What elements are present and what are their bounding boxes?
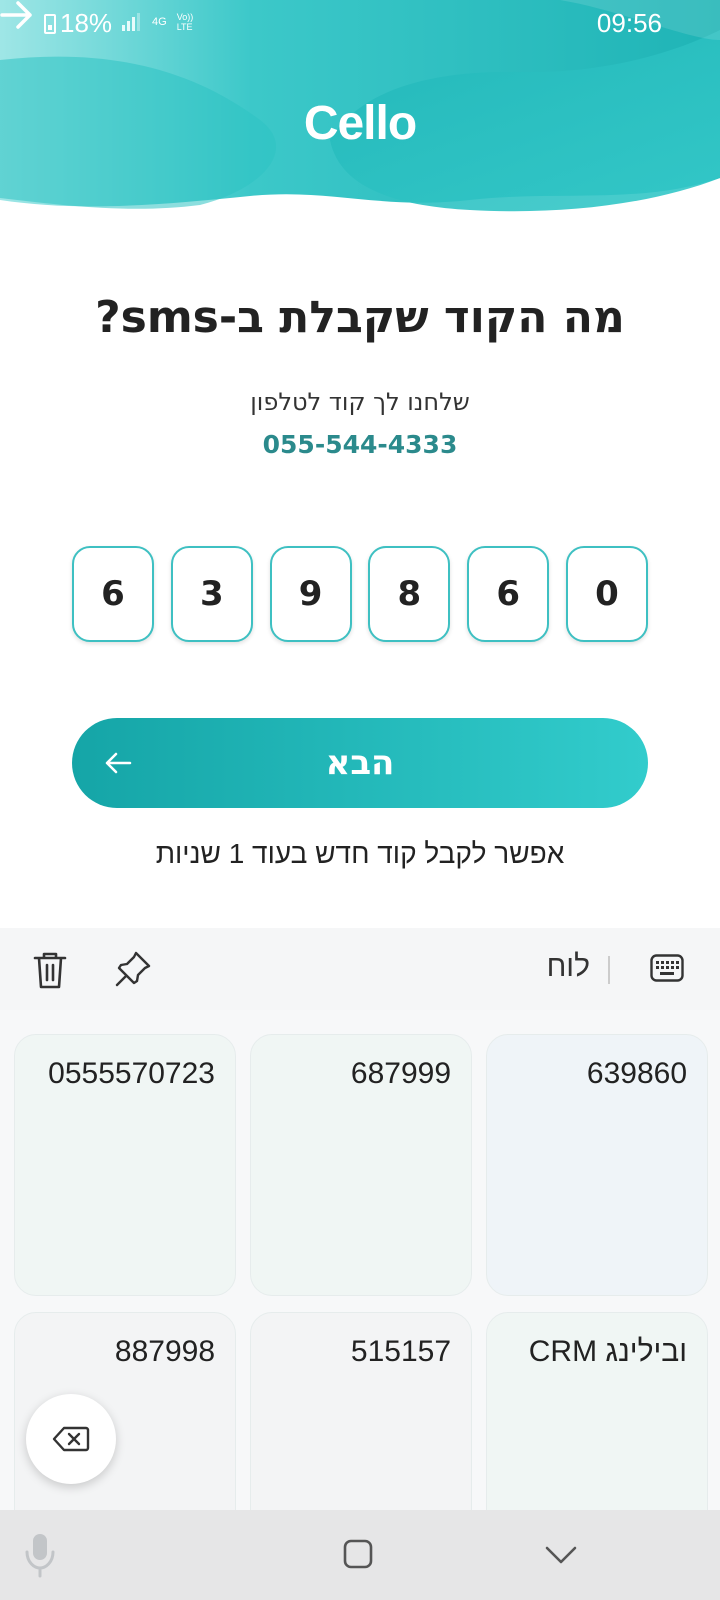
app-header: 18% 4G Vo)) LTE 09:56 Cello <box>0 0 720 225</box>
otp-code-input: 6 3 9 8 6 0 <box>72 546 648 642</box>
keyboard-icon[interactable] <box>650 954 684 982</box>
phone-number: 055-544-4333 <box>262 430 458 459</box>
next-button[interactable]: הבא <box>72 718 648 808</box>
pin-icon[interactable] <box>114 950 152 988</box>
clipboard-item[interactable]: 639860 <box>486 1034 708 1296</box>
otp-digit-1[interactable]: 6 <box>72 546 154 642</box>
battery-percent: 18% <box>60 8 113 38</box>
otp-digit-5[interactable]: 6 <box>467 546 550 642</box>
toolbar-divider <box>608 956 610 984</box>
network-type: 4G <box>152 15 167 28</box>
code-sent-subtitle: שלחנו לך קוד לטלפון <box>250 388 470 416</box>
battery-indicator: 18% <box>44 8 112 39</box>
clipboard-item[interactable]: 687999 <box>250 1034 472 1296</box>
status-bar: 18% 4G Vo)) LTE 09:56 <box>0 0 720 48</box>
arrow-right-icon[interactable] <box>0 0 34 30</box>
volte-bottom-label: LTE <box>176 22 193 32</box>
signal-indicators: 4G Vo)) LTE <box>122 12 193 32</box>
keyboard-clipboard-toolbar: לוח <box>0 928 720 1010</box>
chevron-down-icon[interactable] <box>544 1544 578 1566</box>
clipboard-item[interactable]: CRM ובילינג <box>486 1312 708 1510</box>
volte-top-label: Vo)) <box>176 12 194 22</box>
clear-clipboard-button[interactable] <box>26 1394 116 1484</box>
next-button-label: הבא <box>325 743 395 783</box>
otp-digit-3[interactable]: 9 <box>269 546 352 642</box>
arrow-left-icon <box>105 752 132 774</box>
otp-digit-4[interactable]: 8 <box>368 546 451 642</box>
volte-indicator: Vo)) LTE <box>177 12 194 32</box>
backspace-icon <box>52 1426 90 1452</box>
otp-digit-2[interactable]: 3 <box>170 546 253 642</box>
clipboard-item[interactable]: 0555570723 <box>14 1034 236 1296</box>
clock: 09:56 <box>596 8 662 38</box>
home-icon[interactable] <box>343 1539 373 1569</box>
clipboard-item[interactable]: 515157 <box>250 1312 472 1510</box>
otp-digit-6[interactable]: 0 <box>565 546 648 642</box>
clipboard-label[interactable]: לוח <box>547 950 590 984</box>
battery-icon <box>44 13 56 34</box>
page-title: מה הקוד שקבלת ב-sms? <box>95 292 625 343</box>
resend-countdown: אפשר לקבל קוד חדש בעוד 1 שניות <box>155 838 565 869</box>
signal-bars-icon <box>122 13 142 31</box>
trash-icon[interactable] <box>32 950 68 990</box>
system-navigation-bar <box>0 1510 720 1600</box>
microphone-icon[interactable] <box>24 1532 56 1578</box>
cello-logo: Cello <box>303 97 417 150</box>
